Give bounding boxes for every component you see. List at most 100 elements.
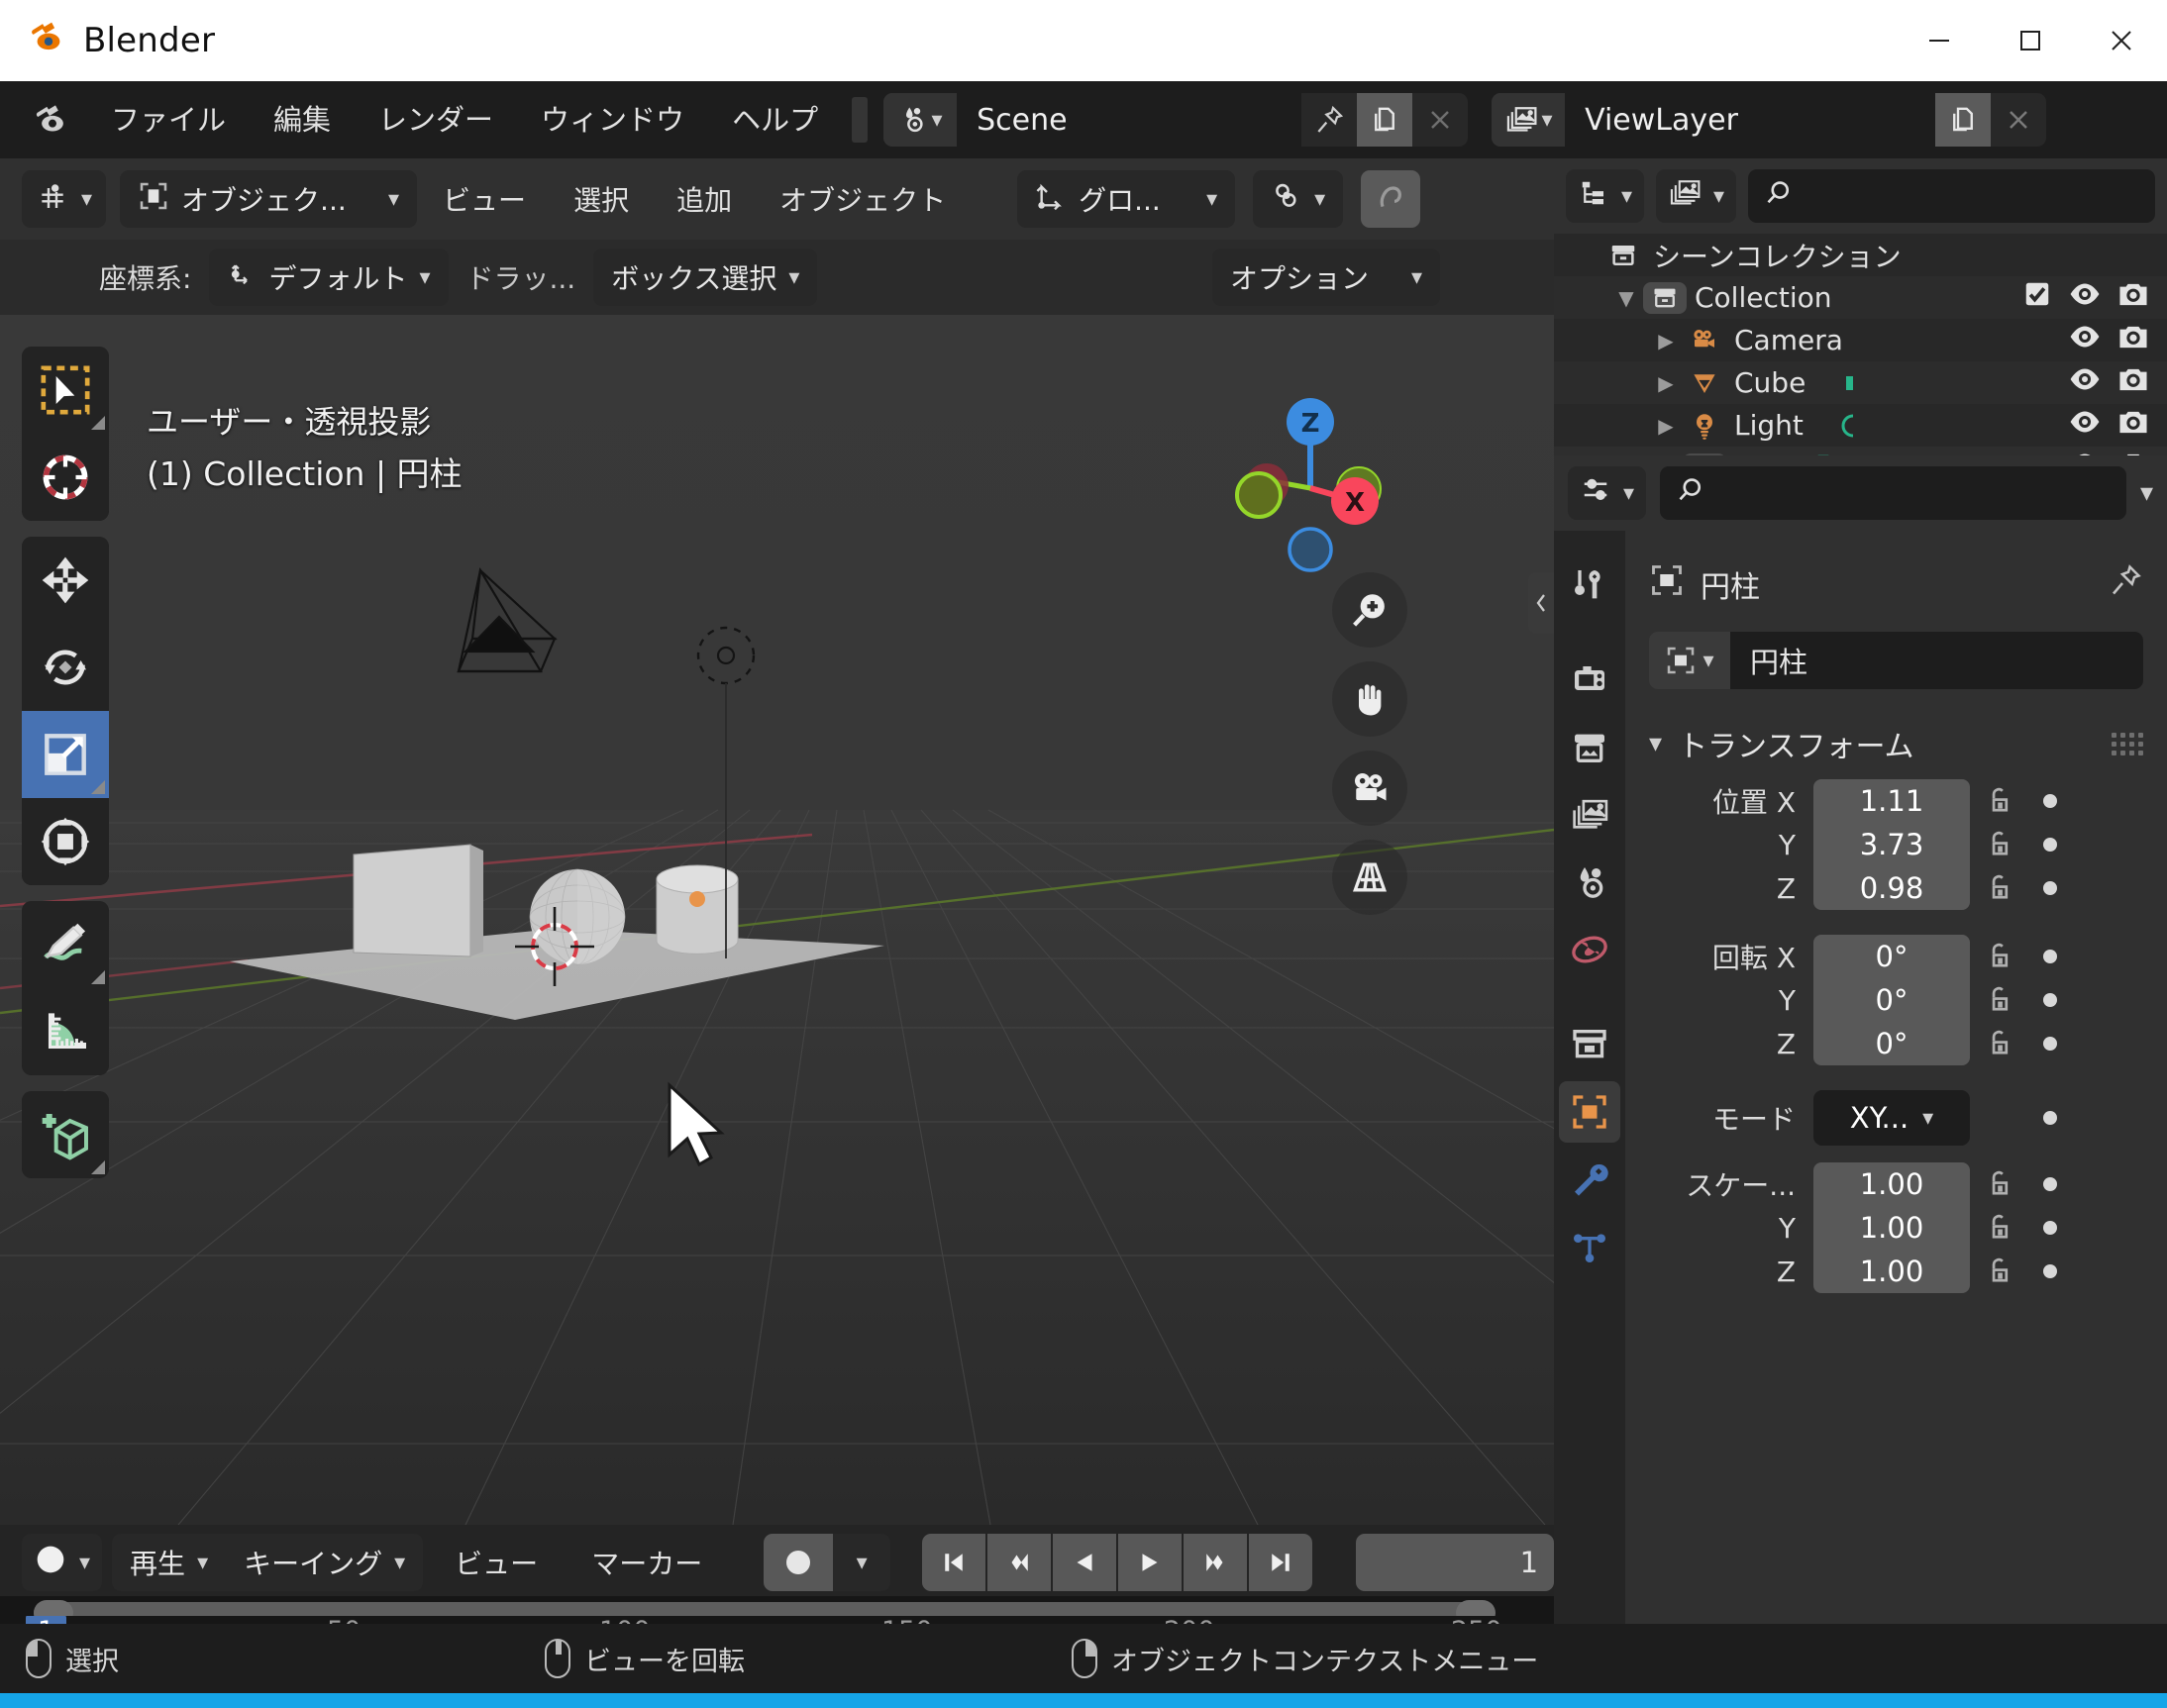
tool-tab[interactable] xyxy=(1559,554,1620,616)
outliner-row-camera[interactable]: ▶ Camera xyxy=(1554,319,2167,361)
coordinate-system-selector[interactable]: デフォルト ▾ xyxy=(209,249,449,306)
properties-search-input[interactable] xyxy=(1660,466,2126,520)
menu-render[interactable]: レンダー xyxy=(355,81,517,158)
options-dropdown[interactable]: オプション ▾ xyxy=(1212,249,1440,306)
timeline-menu-view[interactable]: ビュー xyxy=(433,1534,560,1591)
animate-dot-icon[interactable] xyxy=(2027,950,2073,963)
rotation-x-field[interactable]: 0° xyxy=(1813,935,1970,978)
object-name-field[interactable]: ▾ 円柱 xyxy=(1649,632,2143,689)
minimize-button[interactable] xyxy=(1894,0,1985,81)
next-keyframe-button[interactable] xyxy=(1184,1534,1248,1591)
navigation-gizmo[interactable]: X Z xyxy=(1215,394,1403,582)
particles-tab[interactable] xyxy=(1559,1216,1620,1277)
transform-orientation-selector[interactable]: グロ... ▾ xyxy=(1017,170,1236,228)
modifiers-tab[interactable] xyxy=(1559,1149,1620,1210)
menu-window[interactable]: ウィンドウ xyxy=(517,81,708,158)
pin-icon[interactable] xyxy=(1301,93,1357,147)
timeline-menu-marker[interactable]: マーカー xyxy=(569,1534,724,1591)
unlock-icon[interactable] xyxy=(1970,983,2027,1017)
rotation-z-field[interactable]: 0° xyxy=(1813,1022,1970,1065)
outliner-row-collection[interactable]: ▼ Collection xyxy=(1554,276,2167,319)
viewport-menu-object[interactable]: オブジェクト xyxy=(758,170,968,228)
unlock-icon[interactable] xyxy=(1970,871,2027,905)
move-tool[interactable] xyxy=(22,537,109,624)
rotation-y-field[interactable]: 0° xyxy=(1813,978,1970,1022)
auto-keying-options-button[interactable]: ▾ xyxy=(833,1534,891,1591)
close-icon[interactable] xyxy=(1991,93,2046,147)
menu-edit[interactable]: 編集 xyxy=(250,81,355,158)
cursor-tool[interactable] xyxy=(22,434,109,521)
collection-tab[interactable] xyxy=(1559,1014,1620,1075)
interaction-mode-selector[interactable]: オブジェク... ▾ xyxy=(120,170,418,228)
playback-menu[interactable]: 再生 ▾ xyxy=(112,1534,227,1591)
play-button[interactable] xyxy=(1118,1534,1183,1591)
unlock-icon[interactable] xyxy=(1970,784,2027,818)
animate-dot-icon[interactable] xyxy=(2027,1264,2073,1278)
animate-dot-icon[interactable] xyxy=(2027,881,2073,895)
outliner-row-light[interactable]: ▶ Light xyxy=(1554,404,2167,447)
timeline-editor-type-button[interactable]: ▾ xyxy=(22,1534,103,1591)
menu-help[interactable]: ヘルプ xyxy=(708,81,842,158)
animate-dot-icon[interactable] xyxy=(2027,1177,2073,1191)
properties-editor-type-button[interactable]: ▾ xyxy=(1568,466,1647,520)
current-frame-field[interactable]: 1 xyxy=(1356,1534,1555,1591)
zoom-button[interactable] xyxy=(1332,572,1407,648)
keying-menu[interactable]: キーイング ▾ xyxy=(226,1534,424,1591)
object-name-value[interactable]: 円柱 xyxy=(1730,632,2143,689)
eye-icon[interactable] xyxy=(2068,408,2102,443)
scale-x-field[interactable]: 1.00 xyxy=(1813,1162,1970,1206)
viewlayer-name-field[interactable]: ViewLayer xyxy=(1565,93,1936,147)
eye-icon[interactable] xyxy=(2068,365,2102,400)
collapse-arrow-icon[interactable]: ▼ xyxy=(1609,286,1643,310)
outliner-search-input[interactable] xyxy=(1748,169,2155,223)
expand-arrow-icon[interactable]: ▶ xyxy=(1649,329,1683,352)
play-reverse-button[interactable] xyxy=(1053,1534,1117,1591)
animate-dot-icon[interactable] xyxy=(2027,1221,2073,1235)
unlock-icon[interactable] xyxy=(1970,1167,2027,1201)
maximize-button[interactable] xyxy=(1985,0,2076,81)
viewlayer-selector[interactable]: ▾ ViewLayer xyxy=(1492,93,2047,147)
add-cube-tool[interactable] xyxy=(22,1091,109,1178)
outliner-filter-button[interactable]: ▾ xyxy=(1656,169,1737,223)
rotate-tool[interactable] xyxy=(22,624,109,711)
pin-icon[interactable] xyxy=(2108,562,2143,606)
animate-dot-icon[interactable] xyxy=(2027,838,2073,852)
editor-type-button[interactable]: ▾ xyxy=(22,170,107,228)
tweak-select-box-tool[interactable] xyxy=(22,347,109,434)
camera-render-icon[interactable] xyxy=(2117,365,2149,400)
scale-y-field[interactable]: 1.00 xyxy=(1813,1206,1970,1250)
unlock-icon[interactable] xyxy=(1970,940,2027,973)
jump-to-end-button[interactable] xyxy=(1249,1534,1313,1591)
scale-z-field[interactable]: 1.00 xyxy=(1813,1250,1970,1293)
object-tab[interactable] xyxy=(1559,1081,1620,1143)
location-y-field[interactable]: 3.73 xyxy=(1813,823,1970,866)
new-copy-icon[interactable] xyxy=(1357,93,1413,147)
snap-settings-button[interactable]: ▾ xyxy=(1253,170,1344,228)
eye-icon[interactable] xyxy=(2068,280,2102,315)
camera-render-icon[interactable] xyxy=(2117,323,2149,357)
location-x-field[interactable]: 1.11 xyxy=(1813,779,1970,823)
eye-icon[interactable] xyxy=(2068,323,2102,357)
camera-render-icon[interactable] xyxy=(2117,280,2149,315)
menu-file[interactable]: ファイル xyxy=(87,81,250,158)
object-square-icon[interactable]: ▾ xyxy=(1649,632,1730,689)
annotate-tool[interactable] xyxy=(22,901,109,988)
animate-dot-icon[interactable] xyxy=(2027,1037,2073,1051)
jump-to-start-button[interactable] xyxy=(922,1534,986,1591)
scene-tab[interactable] xyxy=(1559,852,1620,913)
chevron-down-icon[interactable]: ▾ xyxy=(1649,729,1662,758)
record-icon[interactable] xyxy=(764,1534,834,1591)
world-tab[interactable] xyxy=(1559,919,1620,980)
viewlayer-tab[interactable] xyxy=(1559,784,1620,846)
viewport-menu-select[interactable]: 選択 xyxy=(552,170,651,228)
outliner-row-scene-collection[interactable]: シーンコレクション xyxy=(1554,234,2167,276)
viewport-3d-canvas[interactable]: ユーザー・透視投影 (1) Collection | 円柱 X Z xyxy=(0,315,1554,1525)
drag-grip-icon[interactable] xyxy=(2112,732,2143,755)
unlock-icon[interactable] xyxy=(1970,828,2027,861)
scene-selector[interactable]: ▾ Scene xyxy=(883,93,1469,147)
unlock-icon[interactable] xyxy=(1970,1255,2027,1288)
scale-tool[interactable] xyxy=(22,711,109,798)
collection-checkbox[interactable] xyxy=(2022,279,2052,316)
viewport-menu-view[interactable]: ビュー xyxy=(421,170,548,228)
unlock-icon[interactable] xyxy=(1970,1211,2027,1245)
